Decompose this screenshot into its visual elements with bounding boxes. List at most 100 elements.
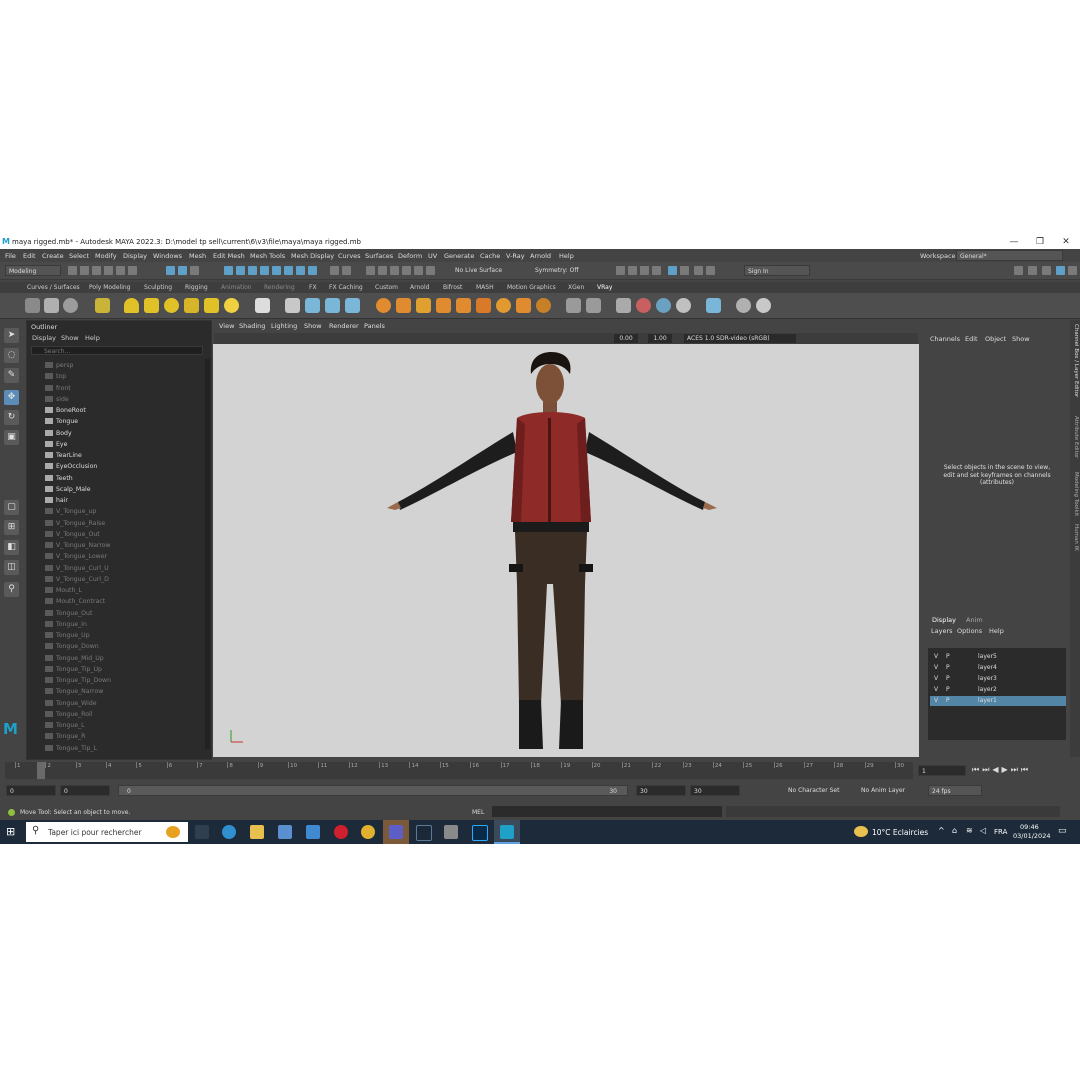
- menu-generate[interactable]: Generate: [444, 252, 474, 260]
- menu-mesh[interactable]: Mesh: [189, 252, 206, 260]
- vray-logo-icon[interactable]: [756, 298, 771, 313]
- lock-icon[interactable]: [330, 266, 339, 275]
- weather-text[interactable]: 10°C Eclaircies: [872, 828, 928, 837]
- teams-taskbar-slot[interactable]: [383, 820, 409, 844]
- layer-name[interactable]: layer2: [978, 685, 997, 695]
- vray-render-icon[interactable]: [680, 266, 689, 275]
- vray-car-paint-icon[interactable]: [476, 298, 491, 313]
- restore-button[interactable]: ❐: [1030, 236, 1050, 248]
- outliner-menu-show[interactable]: Show: [61, 334, 79, 342]
- layer-visibility[interactable]: V: [934, 685, 938, 695]
- menu-arnold[interactable]: Arnold: [530, 252, 551, 260]
- mesh-clipper-icon[interactable]: [325, 298, 340, 313]
- channel-box-icon[interactable]: [1056, 266, 1065, 275]
- taskbar-search-box[interactable]: ⚲ Taper ici pour rechercher: [26, 822, 188, 842]
- outliner-item[interactable]: V_Tongue_Raise: [45, 519, 105, 529]
- chrome-icon[interactable]: [361, 825, 375, 839]
- vray-blend-mtl-icon[interactable]: [416, 298, 431, 313]
- input-ops-icon[interactable]: [366, 266, 375, 275]
- shelf-tab-custom[interactable]: Custom: [375, 284, 398, 291]
- viewport-menu-renderer[interactable]: Renderer: [329, 322, 359, 330]
- layer-menu-help[interactable]: Help: [989, 627, 1004, 635]
- outliner-item[interactable]: persp: [45, 361, 73, 371]
- history-icon[interactable]: [342, 266, 351, 275]
- layer-row-selected[interactable]: V P layer1: [930, 696, 1066, 706]
- layer-name[interactable]: layer4: [978, 663, 997, 673]
- shelf-tab-fx[interactable]: FX: [309, 284, 317, 291]
- vray-ipr-shelf-icon[interactable]: [63, 298, 78, 313]
- magnet2-icon[interactable]: [426, 266, 435, 275]
- decal-icon[interactable]: [345, 298, 360, 313]
- viewport-menu-shading[interactable]: Shading: [239, 322, 265, 330]
- shelf-tab-mash[interactable]: MASH: [476, 284, 494, 291]
- channel-box-icon-2[interactable]: [1068, 266, 1077, 275]
- current-frame-field[interactable]: 1: [918, 765, 966, 776]
- menu-vray[interactable]: V-Ray: [506, 252, 525, 260]
- ies-light-icon[interactable]: [204, 298, 219, 313]
- paint-select-icon[interactable]: ✎: [4, 368, 19, 383]
- side-tab-channel-box[interactable]: Channel Box / Layer Editor: [1073, 324, 1079, 397]
- edge-icon[interactable]: [222, 825, 236, 839]
- app-icon[interactable]: [444, 825, 458, 839]
- outliner-item[interactable]: TearLine: [45, 451, 82, 461]
- menu-modify[interactable]: Modify: [95, 252, 117, 260]
- scale-tool-icon[interactable]: ▣: [4, 430, 19, 445]
- chevron-up-icon[interactable]: ^: [938, 826, 945, 835]
- move-tool-icon[interactable]: ✥: [4, 390, 19, 405]
- snap-pivot-icon[interactable]: [296, 266, 305, 275]
- render-view-icon[interactable]: [628, 266, 637, 275]
- snap-surface-icon[interactable]: [272, 266, 281, 275]
- outliner-item[interactable]: Body: [45, 429, 72, 439]
- windows-start-icon[interactable]: ⊞: [6, 826, 15, 837]
- outliner-item[interactable]: hair: [45, 496, 68, 506]
- shelf-tab-motion-graphics[interactable]: Motion Graphics: [507, 284, 556, 291]
- menu-edit-mesh[interactable]: Edit Mesh: [213, 252, 245, 260]
- layer-row[interactable]: V P layer3: [930, 674, 1066, 684]
- proxy-icon[interactable]: [285, 298, 300, 313]
- menu-windows[interactable]: Windows: [153, 252, 182, 260]
- four-view-icon[interactable]: ⊞: [4, 520, 19, 535]
- mel-command-input[interactable]: [492, 806, 722, 817]
- outliner-menu-display[interactable]: Display: [32, 334, 56, 342]
- menu-select[interactable]: Select: [69, 252, 89, 260]
- layer-playback[interactable]: P: [946, 663, 950, 673]
- snap-point-icon[interactable]: [248, 266, 257, 275]
- shelf-tab-rigging[interactable]: Rigging: [185, 284, 208, 291]
- layer-tab-display[interactable]: Display: [932, 616, 956, 624]
- layer-visibility[interactable]: V: [934, 696, 938, 706]
- vray-hair-mtl-icon[interactable]: [436, 298, 451, 313]
- vray-2sided-icon[interactable]: [496, 298, 511, 313]
- menu-uv[interactable]: UV: [428, 252, 437, 260]
- outliner-item[interactable]: Tongue_Tip_Up: [45, 665, 102, 675]
- vray-chaos-icon[interactable]: [676, 298, 691, 313]
- snap-grid-icon[interactable]: [224, 266, 233, 275]
- menu-mesh-tools[interactable]: Mesh Tools: [250, 252, 285, 260]
- outliner-menu-help[interactable]: Help: [85, 334, 100, 342]
- vray-scene-icon[interactable]: [586, 298, 601, 313]
- shelf-tab-poly[interactable]: Poly Modeling: [89, 284, 131, 291]
- snap-live-icon[interactable]: [284, 266, 293, 275]
- outliner-item[interactable]: V_Tongue_Out: [45, 530, 100, 540]
- character-set-dropdown[interactable]: No Character Set: [788, 787, 839, 794]
- maya-taskbar-slot[interactable]: [494, 820, 520, 844]
- exposure-field[interactable]: 0.00: [614, 334, 638, 343]
- vray-camera-icon[interactable]: [25, 298, 40, 313]
- new-scene-icon[interactable]: [68, 266, 77, 275]
- save-scene-icon[interactable]: [92, 266, 101, 275]
- vray-mtl-icon[interactable]: [376, 298, 391, 313]
- layer-visibility[interactable]: V: [934, 663, 938, 673]
- time-slider-track[interactable]: 1 2 3 4 5 6 7 8 9 10 11 12 13 14 15 16 17 18 19 20 21 22 23 24 2…: [5, 762, 913, 779]
- mel-label[interactable]: MEL: [472, 809, 484, 816]
- channel-box-menu-edit[interactable]: Edit: [965, 335, 978, 343]
- attribute-editor-icon[interactable]: [1028, 266, 1037, 275]
- anim-end-field[interactable]: 30: [690, 785, 740, 796]
- clock-date[interactable]: 03/01/2024: [1013, 832, 1050, 840]
- shelf-tab-fx-caching[interactable]: FX Caching: [329, 284, 363, 291]
- layer-visibility[interactable]: V: [934, 652, 938, 662]
- magnet-icon[interactable]: [414, 266, 423, 275]
- select-object-icon[interactable]: [178, 266, 187, 275]
- outliner-item[interactable]: Tongue_L: [45, 721, 85, 731]
- viewport-menu-view[interactable]: View: [219, 322, 234, 330]
- panel-layout-icon[interactable]: [1014, 266, 1023, 275]
- outliner-search-input[interactable]: Search...: [31, 346, 203, 355]
